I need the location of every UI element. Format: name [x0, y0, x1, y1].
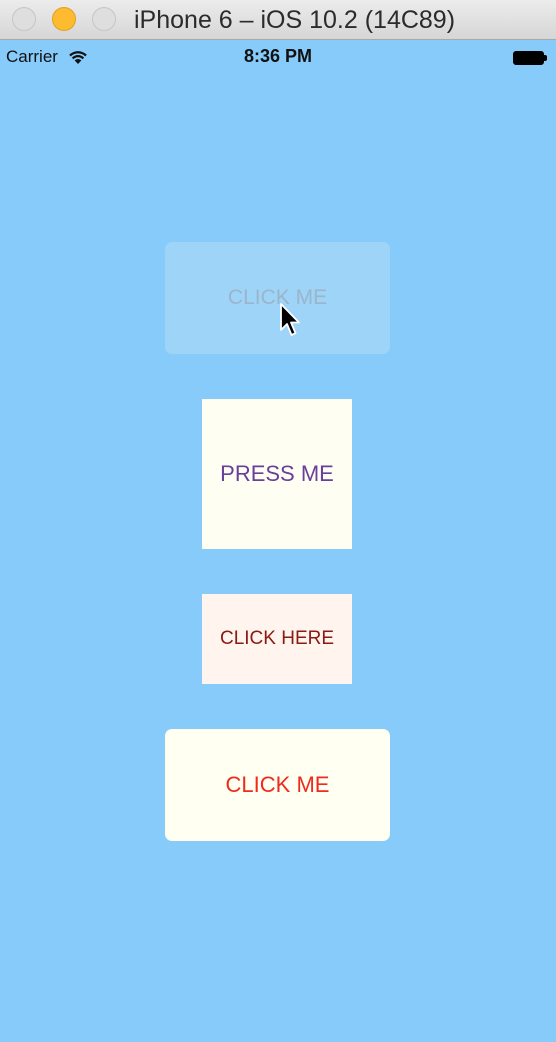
click-here-button[interactable]: CLICK HERE — [202, 594, 352, 684]
click-me-button-pressed[interactable]: CLICK ME — [165, 242, 390, 354]
window-title: iPhone 6 – iOS 10.2 (14C89) — [134, 6, 456, 34]
simulator-title-bar: iPhone 6 – iOS 10.2 (14C89) — [0, 0, 556, 40]
click-me-button[interactable]: CLICK ME — [165, 729, 390, 841]
press-me-button-label: PRESS ME — [220, 461, 334, 486]
status-time: 8:36 PM — [243, 46, 313, 66]
click-here-button-label: CLICK HERE — [219, 628, 335, 649]
click-me-button-label-2: CLICK ME — [225, 772, 330, 797]
window-zoom-button[interactable] — [92, 7, 116, 31]
battery-icon — [513, 51, 547, 65]
window-close-button[interactable] — [12, 7, 36, 31]
mouse-pointer-icon — [279, 302, 303, 343]
window-minimize-button[interactable] — [52, 7, 76, 31]
press-me-button[interactable]: PRESS ME — [202, 399, 352, 549]
ios-status-bar: Carrier 8:36 PM — [0, 41, 556, 73]
click-me-button-label: CLICK ME — [227, 286, 328, 309]
